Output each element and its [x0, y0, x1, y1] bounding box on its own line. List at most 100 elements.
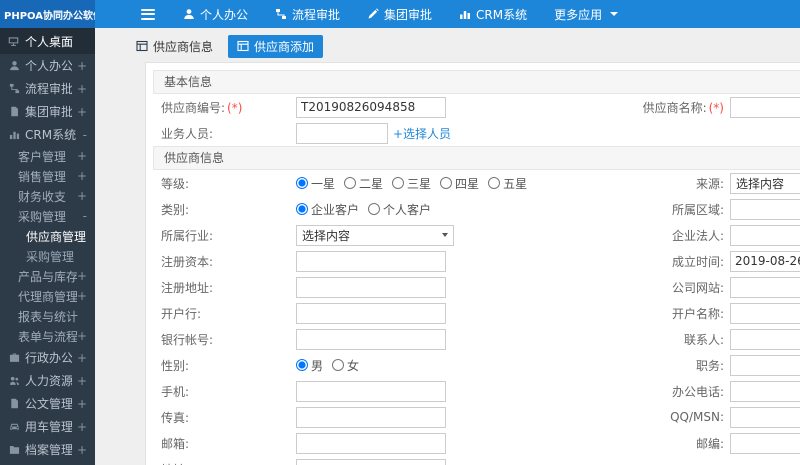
category-radio-company[interactable]: 企业客户: [296, 201, 359, 218]
mobile-input[interactable]: [296, 380, 446, 402]
zip-code-input[interactable]: [730, 432, 800, 454]
level-radio-1star[interactable]: 一星: [296, 175, 335, 192]
account-name-label: 开户名称:: [671, 306, 724, 321]
level-radio-3star[interactable]: 三星: [392, 175, 431, 192]
sidebar-item-customer-mgmt[interactable]: 客户管理 +: [0, 146, 95, 166]
tab-label: 供应商添加: [254, 39, 315, 54]
sidebar-item-form-flow-settings[interactable]: 表单与流程设置 +: [0, 326, 95, 346]
form-row: 传真: QQ/MSN:: [153, 404, 800, 430]
nav-more-apps[interactable]: 更多应用: [554, 6, 619, 23]
nav-personal-office[interactable]: 个人办公: [183, 6, 248, 23]
bank-input[interactable]: [296, 302, 446, 324]
supplier-no-input[interactable]: [296, 96, 446, 118]
fax-label: 传真:: [161, 410, 190, 425]
legal-person-input[interactable]: [730, 224, 800, 246]
website-input[interactable]: [730, 276, 800, 298]
qq-msn-input[interactable]: [730, 406, 800, 428]
supplier-name-input[interactable]: [730, 96, 800, 118]
form-icon: [136, 40, 148, 52]
gender-radio-male[interactable]: 男: [296, 357, 323, 374]
user-icon: [9, 60, 20, 71]
nav-flow-approval[interactable]: 流程审批: [275, 6, 340, 23]
flow-icon: [275, 8, 287, 20]
registered-address-input[interactable]: [296, 276, 446, 298]
sidebar-item-desktop[interactable]: 个人桌面: [0, 28, 95, 54]
sidebar-item-product-stock[interactable]: 产品与库存 +: [0, 266, 95, 286]
category-label: 类别:: [161, 202, 190, 217]
level-radio-4star[interactable]: 四星: [440, 175, 479, 192]
collapse-minus-icon: -: [82, 209, 87, 223]
form-icon: [237, 40, 249, 52]
sidebar-item-personal-office[interactable]: 个人办公 +: [0, 54, 95, 77]
nav-group-approval[interactable]: 集团审批: [367, 6, 432, 23]
user-icon: [183, 8, 195, 20]
region-input[interactable]: [730, 198, 800, 220]
form-row: 开户行: 开户名称:: [153, 300, 800, 326]
email-input[interactable]: [296, 432, 446, 454]
sidebar-item-flow-approval[interactable]: 流程审批 +: [0, 77, 95, 100]
expand-plus-icon: +: [76, 329, 87, 343]
contact-person-input[interactable]: [730, 328, 800, 350]
sidebar-item-purchase-mgmt[interactable]: 采购管理 -: [0, 206, 95, 226]
caret-down-icon: [610, 12, 619, 16]
bank-account-label: 银行帐号:: [161, 332, 214, 347]
founded-time-input[interactable]: [730, 250, 800, 272]
choose-person-link[interactable]: +选择人员: [393, 125, 451, 142]
expand-plus-icon: +: [76, 58, 87, 73]
form-row: 注册资本: 成立时间:: [153, 248, 800, 274]
industry-select[interactable]: 选择内容: [296, 224, 454, 246]
section-supplier-info: 供应商信息: [153, 146, 800, 170]
sidebar-item-purchasing[interactable]: 采购管理: [0, 246, 95, 266]
tab-supplier-add[interactable]: 供应商添加: [228, 34, 324, 58]
tab-supplier-info[interactable]: 供应商信息: [131, 35, 218, 58]
car-icon: [9, 421, 20, 432]
gender-radio-female[interactable]: 女: [332, 357, 359, 374]
sidebar-item-group-approval[interactable]: 集团审批 +: [0, 100, 95, 123]
supplier-add-form: 基本信息 供应商编号:(*) 供应商名称:(*) 业务人员: +选择人员 供应商…: [145, 62, 800, 465]
nav-label: 流程审批: [292, 7, 341, 22]
sidebar-item-archive-mgmt[interactable]: 档案管理 +: [0, 438, 95, 461]
hamburger-menu-icon[interactable]: [141, 6, 155, 22]
registered-capital-input[interactable]: [296, 250, 446, 272]
office-phone-input[interactable]: [730, 380, 800, 402]
nav-crm-system[interactable]: CRM系统: [459, 6, 527, 23]
legal-person-label: 企业法人:: [671, 228, 724, 243]
sidebar-item-document-mgmt[interactable]: 公文管理 +: [0, 392, 95, 415]
level-radio-5star[interactable]: 五星: [488, 175, 527, 192]
sidebar-item-admin-office[interactable]: 行政办公 +: [0, 346, 95, 369]
sidebar-item-supplier-mgmt[interactable]: 供应商管理: [0, 226, 95, 246]
industry-label: 所属行业:: [161, 228, 214, 243]
main-content: 供应商信息 供应商添加 基本信息 供应商编号:(*) 供应商名称:(*) 业务人…: [95, 28, 800, 465]
form-row: 性别: 男 女 职务:: [153, 352, 800, 378]
sidebar-item-reports[interactable]: 报表与统计: [0, 306, 95, 326]
sidebar-item-agent-mgmt[interactable]: 代理商管理 +: [0, 286, 95, 306]
expand-plus-icon: +: [76, 149, 87, 163]
category-radio-personal[interactable]: 个人客户: [368, 201, 431, 218]
registered-address-label: 注册地址:: [161, 280, 214, 295]
sidebar-item-vehicle-mgmt[interactable]: 用车管理 +: [0, 415, 95, 438]
nav-label: 更多应用: [554, 7, 603, 22]
expand-plus-icon: +: [76, 169, 87, 183]
position-input[interactable]: [730, 354, 800, 376]
business-person-input[interactable]: [296, 122, 388, 144]
sidebar-item-finance[interactable]: 财务收支 +: [0, 186, 95, 206]
address-input[interactable]: [296, 458, 446, 465]
sidebar-item-hr[interactable]: 人力资源 +: [0, 369, 95, 392]
topbar: PHPOA协同办公软件 个人办公 流程审批 集团审批 CRM系统 更多应用: [0, 0, 800, 28]
nav-label: 个人办公: [200, 7, 249, 22]
sidebar: 个人桌面 个人办公 + 流程审批 + 集团审批 + CRM系统 - 客户管理 +…: [0, 28, 95, 465]
form-row: 所属行业: 选择内容 企业法人:: [153, 222, 800, 248]
bank-account-input[interactable]: [296, 328, 446, 350]
expand-plus-icon: +: [76, 373, 87, 388]
business-person-label: 业务人员:: [161, 126, 214, 141]
level-radio-2star[interactable]: 二星: [344, 175, 383, 192]
sidebar-item-crm-system[interactable]: CRM系统 -: [0, 123, 95, 146]
people-icon: [9, 375, 20, 386]
fax-input[interactable]: [296, 406, 446, 428]
form-row: 邮箱: 邮编:: [153, 430, 800, 456]
nav-label: 集团审批: [384, 7, 433, 22]
sidebar-item-sales-mgmt[interactable]: 销售管理 +: [0, 166, 95, 186]
source-select[interactable]: 选择内容: [730, 172, 800, 194]
top-nav: 个人办公 流程审批 集团审批 CRM系统 更多应用: [183, 6, 645, 23]
account-name-input[interactable]: [730, 302, 800, 324]
